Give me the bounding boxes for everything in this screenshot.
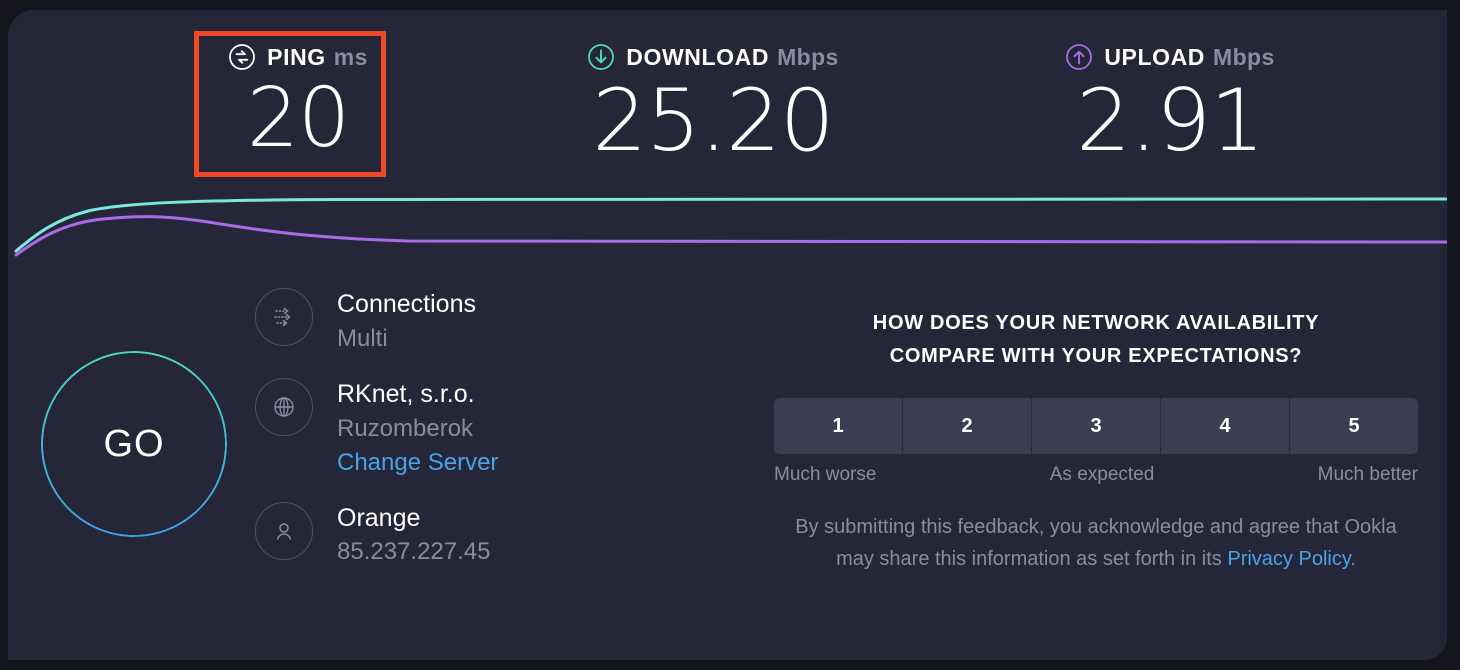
rating-button-5[interactable]: 5 <box>1290 398 1418 454</box>
download-arrow-icon <box>587 43 615 71</box>
privacy-policy-link[interactable]: Privacy Policy <box>1227 548 1350 570</box>
upload-arrow-icon <box>1065 43 1093 71</box>
ping-label: PING <box>267 43 326 70</box>
speed-graph-svg <box>14 197 1447 257</box>
info-row-server: RKnet, s.r.o. Ruzomberok Change Server <box>255 377 675 480</box>
disclaimer-text-end: . <box>1350 547 1356 570</box>
survey-disclaimer: By submitting this feedback, you acknowl… <box>774 512 1418 575</box>
info-text-server: RKnet, s.r.o. Ruzomberok Change Server <box>337 377 498 480</box>
person-icon <box>255 501 313 560</box>
ip-address: 85.237.227.45 <box>337 538 491 566</box>
connections-title: Connections <box>337 290 476 318</box>
scale-label-mid: As expected <box>1049 464 1155 485</box>
upload-curve <box>14 215 1447 257</box>
lower-section: GO Connections Multi RKnet, s.r.o. Ruzom… <box>8 265 1447 660</box>
download-label: DOWNLOAD <box>626 43 770 70</box>
connections-value: Multi <box>337 324 388 352</box>
scale-label-high: Much better <box>1317 464 1418 485</box>
info-row-connections: Connections Multi <box>255 287 675 356</box>
upload-value: 2.91 <box>1076 71 1264 171</box>
survey-question-line-2: COMPARE WITH YOUR EXPECTATIONS? <box>889 345 1303 367</box>
upload-header: UPLOAD Mbps <box>1030 40 1310 74</box>
rating-scale: 1 2 3 4 5 <box>774 398 1418 454</box>
connection-info-list: Connections Multi RKnet, s.r.o. Ruzomber… <box>255 287 675 591</box>
download-result: DOWNLOAD Mbps 25.20 <box>548 40 878 166</box>
info-row-account: Orange 85.237.227.45 <box>255 501 675 570</box>
info-text-account: Orange 85.237.227.45 <box>337 501 490 570</box>
download-unit: Mbps <box>777 43 839 70</box>
ping-icon <box>228 43 256 71</box>
go-button[interactable]: GO <box>41 351 227 537</box>
go-button-label: GO <box>103 422 165 465</box>
upload-unit: Mbps <box>1213 43 1275 70</box>
rating-scale-labels: Much worse As expected Much better <box>774 464 1418 486</box>
ping-unit: ms <box>333 43 368 70</box>
rating-button-3[interactable]: 3 <box>1032 398 1161 454</box>
rating-button-2[interactable]: 2 <box>903 398 1032 454</box>
speedtest-panel: PING ms 20 DOWNLOAD Mbps 25.20 UPLOAD Mb… <box>8 10 1447 660</box>
survey-question-line-1: HOW DOES YOUR NETWORK AVAILABILITY <box>872 312 1320 334</box>
scale-label-low: Much worse <box>774 464 877 485</box>
ping-value: 20 <box>246 71 350 166</box>
download-value: 25.20 <box>592 71 834 171</box>
survey-panel: HOW DOES YOUR NETWORK AVAILABILITY COMPA… <box>774 307 1418 575</box>
server-city: Ruzomberok <box>337 414 474 442</box>
results-strip: PING ms 20 DOWNLOAD Mbps 25.20 UPLOAD Mb… <box>8 10 1447 195</box>
speedtest-app: PING ms 20 DOWNLOAD Mbps 25.20 UPLOAD Mb… <box>0 0 1460 670</box>
speed-graph <box>8 185 1447 265</box>
globe-icon <box>255 377 313 436</box>
upload-label: UPLOAD <box>1104 43 1206 70</box>
survey-question: HOW DOES YOUR NETWORK AVAILABILITY COMPA… <box>774 307 1418 373</box>
upload-result: UPLOAD Mbps 2.91 <box>1030 40 1310 166</box>
info-text-connections: Connections Multi <box>337 287 476 356</box>
download-header: DOWNLOAD Mbps <box>548 40 878 74</box>
ping-header: PING ms <box>202 40 394 74</box>
change-server-link[interactable]: Change Server <box>337 446 498 480</box>
connections-icon <box>255 288 313 346</box>
rating-button-1[interactable]: 1 <box>774 398 903 454</box>
ping-result: PING ms 20 <box>202 40 394 162</box>
isp-name: RKnet, s.r.o. <box>337 379 475 408</box>
rating-button-4[interactable]: 4 <box>1161 398 1290 454</box>
account-provider: Orange <box>337 503 421 532</box>
